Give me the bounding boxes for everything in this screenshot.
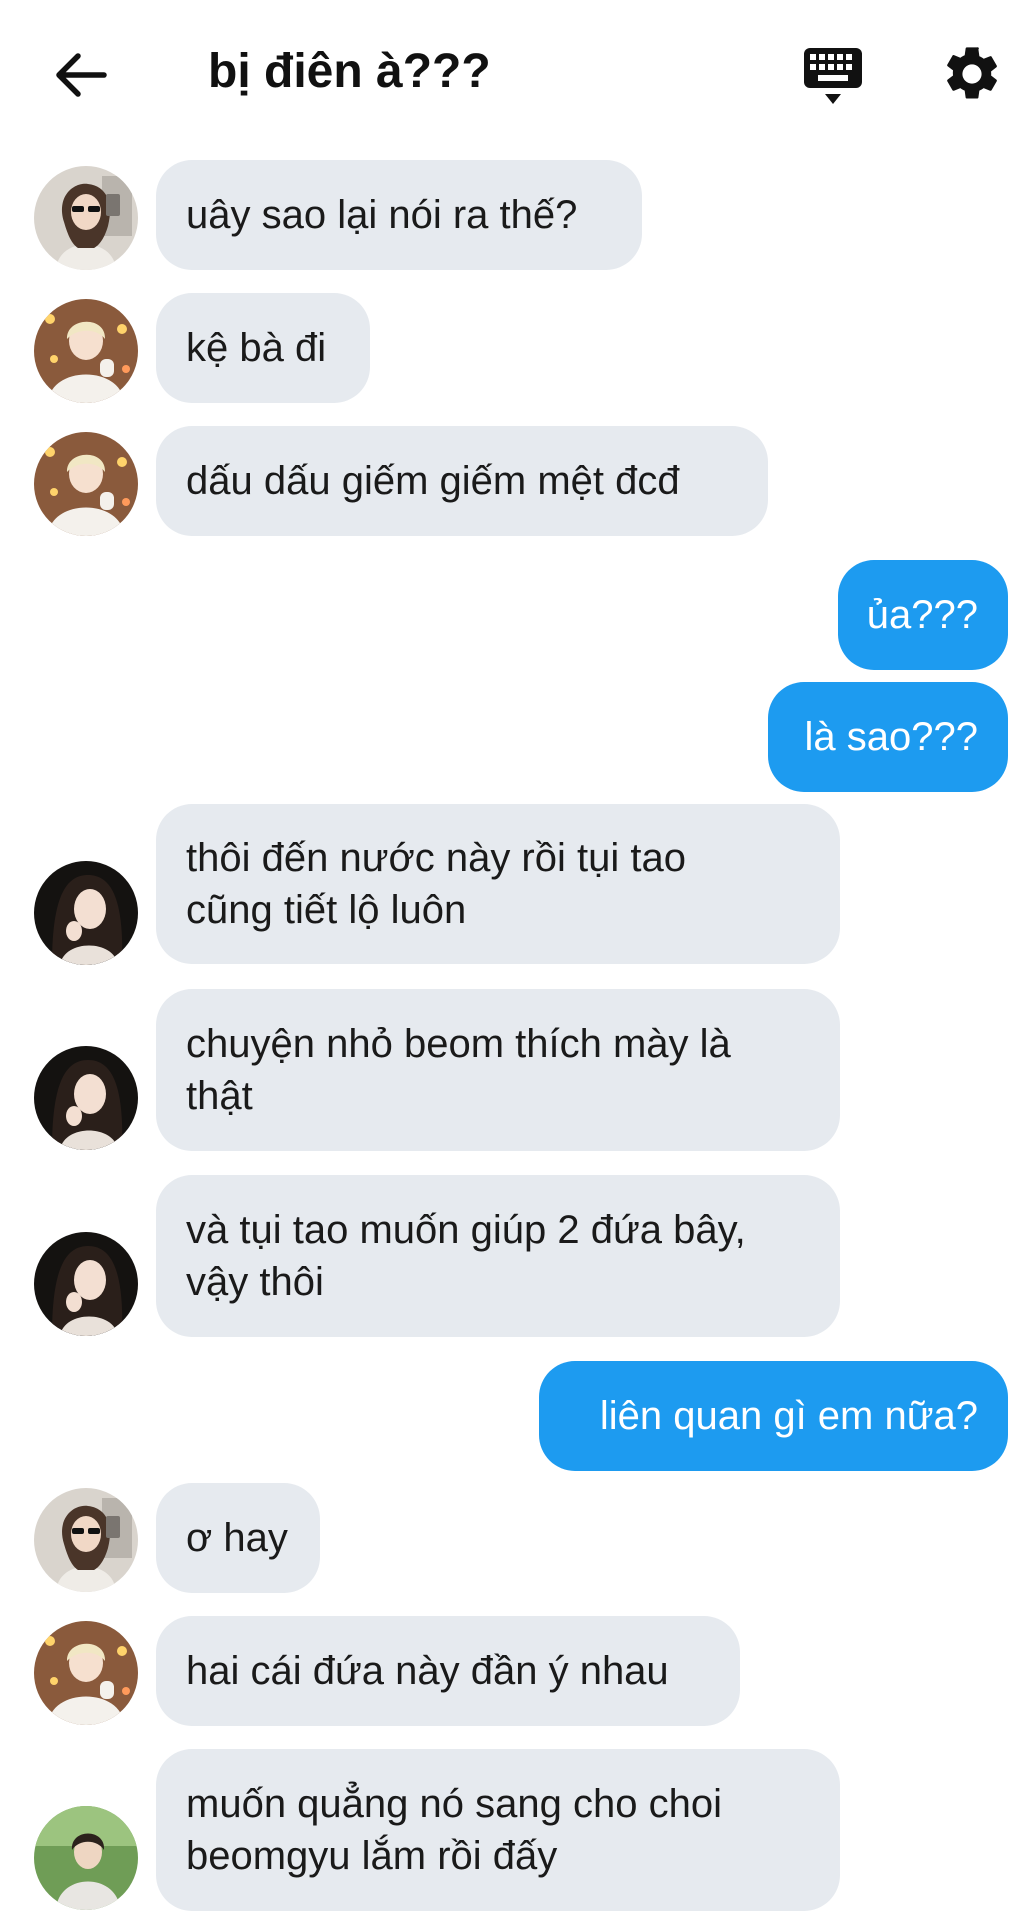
girl-sunglasses-avatar[interactable] xyxy=(34,166,138,270)
message-bubble[interactable]: uây sao lại nói ra thế? xyxy=(156,160,642,270)
blond-boy-avatar[interactable] xyxy=(34,1621,138,1725)
message-bubble[interactable]: ơ hay xyxy=(156,1483,320,1593)
message-bubble[interactable]: chuyện nhỏ beom thích mày là thật xyxy=(156,989,840,1151)
message-bubble-outgoing[interactable]: liên quan gì em nữa? xyxy=(539,1361,1008,1471)
blond-boy-avatar[interactable] xyxy=(34,299,138,403)
message-bubble[interactable]: kệ bà đi xyxy=(156,293,370,403)
back-button[interactable] xyxy=(50,44,112,106)
arrow-left-icon xyxy=(56,53,107,97)
dark-hair-girl-avatar[interactable] xyxy=(34,1232,138,1336)
outdoor-boy-avatar[interactable] xyxy=(34,1806,138,1910)
message-bubble[interactable]: dấu dấu giếm giếm mệt đcđ xyxy=(156,426,768,536)
dark-hair-girl-avatar[interactable] xyxy=(34,1046,138,1150)
gear-icon xyxy=(947,47,997,99)
girl-sunglasses-avatar[interactable] xyxy=(34,1488,138,1592)
message-bubble-outgoing[interactable]: ủa??? xyxy=(838,560,1008,670)
chat-header: bị điên à??? xyxy=(0,0,1020,150)
message-bubble[interactable]: thôi đến nước này rồi tụi tao cũng tiết … xyxy=(156,804,840,964)
keyboard-icon xyxy=(804,48,862,104)
blond-boy-avatar[interactable] xyxy=(34,432,138,536)
message-bubble[interactable]: hai cái đứa này đần ý nhau xyxy=(156,1616,740,1726)
conversation-title: bị điên à??? xyxy=(208,45,491,98)
settings-button[interactable] xyxy=(940,42,1004,106)
message-bubble-outgoing[interactable]: là sao??? xyxy=(768,682,1008,792)
message-bubble[interactable]: muốn quẳng nó sang cho choi beomgyu lắm … xyxy=(156,1749,840,1911)
message-bubble[interactable]: và tụi tao muốn giúp 2 đứa bây, vậy thôi xyxy=(156,1175,840,1337)
dark-hair-girl-avatar[interactable] xyxy=(34,861,138,965)
keyboard-toggle-button[interactable] xyxy=(800,44,870,108)
